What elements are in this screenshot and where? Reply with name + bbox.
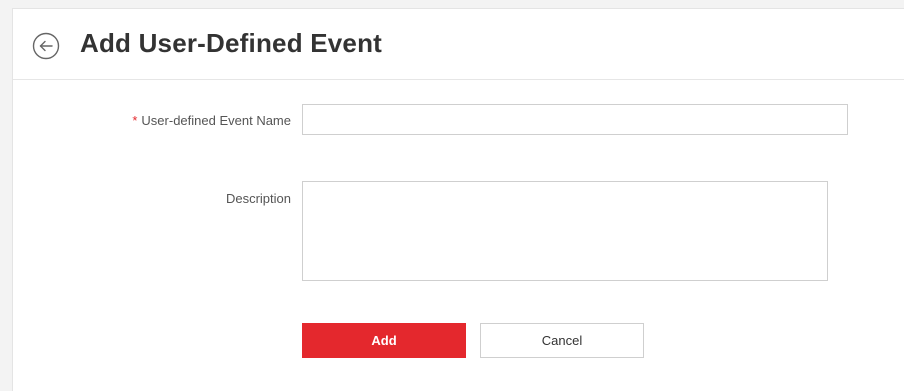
- event-name-label-text: User-defined Event Name: [141, 113, 291, 128]
- description-textarea[interactable]: [302, 181, 828, 281]
- event-name-label: * User-defined Event Name: [132, 113, 291, 128]
- description-label: Description: [225, 191, 291, 206]
- page-header: Add User-Defined Event: [13, 9, 904, 80]
- event-name-input[interactable]: [302, 104, 848, 135]
- add-button[interactable]: Add: [302, 323, 466, 358]
- page-container: Add User-Defined Event * User-defined Eve…: [12, 8, 904, 391]
- required-marker: *: [132, 113, 138, 128]
- page-title: Add User-Defined Event: [80, 28, 383, 58]
- back-arrow-icon[interactable]: [32, 32, 60, 60]
- cancel-button[interactable]: Cancel: [480, 323, 644, 358]
